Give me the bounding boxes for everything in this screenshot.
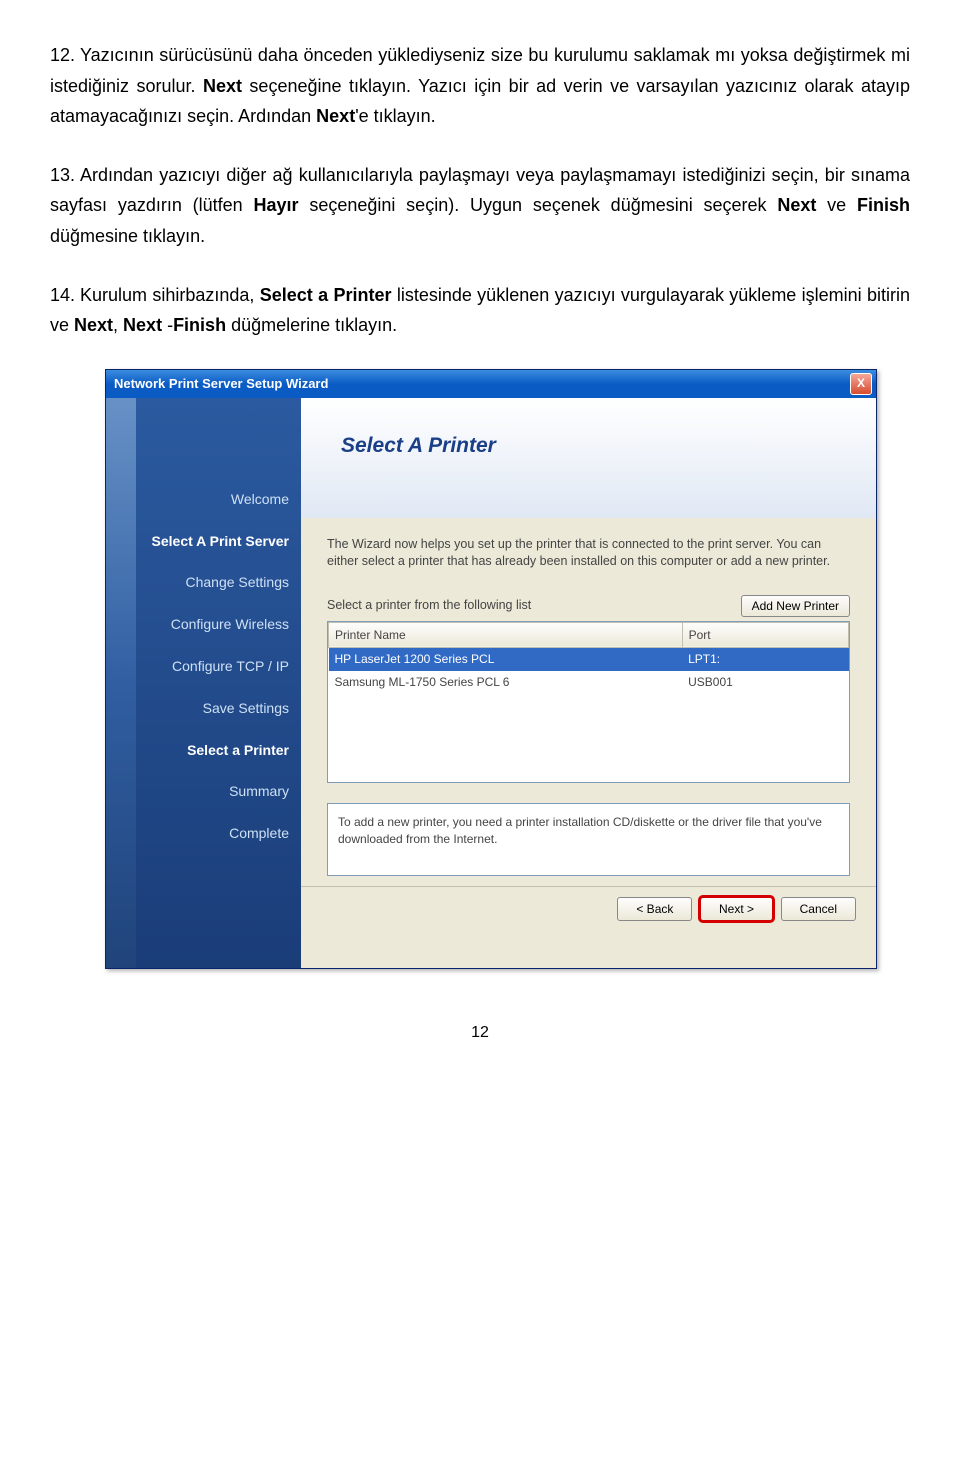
cell-printer-name: HP LaserJet 1200 Series PCL	[329, 648, 683, 671]
next-button[interactable]: Next >	[700, 897, 773, 921]
text: düğmelerine tıklayın.	[226, 315, 397, 335]
list-label: Select a printer from the following list	[327, 595, 531, 616]
bold-next: Next	[123, 315, 162, 335]
sidebar-item-complete[interactable]: Complete	[106, 822, 289, 846]
sidebar-item-select-a-printer[interactable]: Select a Printer	[106, 739, 289, 763]
column-port[interactable]: Port	[682, 622, 848, 647]
text: 'e tıklayın.	[355, 106, 435, 126]
bold-select-a-printer: Select a Printer	[260, 285, 392, 305]
paragraph-12: 12.Yazıcının sürücüsünü daha önceden yük…	[50, 40, 910, 132]
sidebar-item-configure-tcpip[interactable]: Configure TCP / IP	[106, 655, 289, 679]
close-icon: X	[857, 376, 865, 390]
bold-finish: Finish	[857, 195, 910, 215]
text: ,	[113, 315, 123, 335]
sidebar-item-summary[interactable]: Summary	[106, 780, 289, 804]
sidebar-item-save-settings[interactable]: Save Settings	[106, 697, 289, 721]
wizard-body: Welcome Select A Print Server Change Set…	[106, 398, 876, 968]
wizard-button-row: < Back Next > Cancel	[301, 886, 876, 931]
window-title: Network Print Server Setup Wizard	[114, 373, 328, 395]
table-row[interactable]: HP LaserJet 1200 Series PCL LPT1:	[329, 648, 849, 671]
bold-finish: Finish	[173, 315, 226, 335]
table-header-row: Printer Name Port	[329, 622, 849, 647]
text: Kurulum sihirbazında,	[80, 285, 260, 305]
wizard-main-header: Select A Printer	[301, 398, 876, 518]
text: ve	[816, 195, 857, 215]
titlebar[interactable]: Network Print Server Setup Wizard X	[106, 370, 876, 398]
sidebar-items: Welcome Select A Print Server Change Set…	[106, 398, 301, 846]
list-number: 12.	[50, 40, 80, 71]
sidebar-item-select-print-server[interactable]: Select A Print Server	[106, 530, 289, 554]
cell-printer-name: Samsung ML-1750 Series PCL 6	[329, 671, 683, 693]
wizard-window: Network Print Server Setup Wizard X Welc…	[105, 369, 877, 969]
printer-list[interactable]: Printer Name Port HP LaserJet 1200 Serie…	[327, 621, 850, 783]
paragraph-13: 13.Ardından yazıcıyı diğer ağ kullanıcıl…	[50, 160, 910, 252]
text: seçeneğini seçin). Uygun seçenek düğmesi…	[299, 195, 778, 215]
bold-next: Next	[777, 195, 816, 215]
back-button[interactable]: < Back	[617, 897, 692, 921]
text: düğmesine tıklayın.	[50, 226, 205, 246]
list-number: 13.	[50, 160, 80, 191]
note-box: To add a new printer, you need a printer…	[327, 803, 850, 877]
sidebar-item-change-settings[interactable]: Change Settings	[106, 571, 289, 595]
sidebar-item-welcome[interactable]: Welcome	[106, 488, 289, 512]
bold-next: Next	[203, 76, 242, 96]
sidebar-item-configure-wireless[interactable]: Configure Wireless	[106, 613, 289, 637]
column-printer-name[interactable]: Printer Name	[329, 622, 683, 647]
wizard-main: Select A Printer The Wizard now helps yo…	[301, 398, 876, 968]
cell-port: LPT1:	[682, 648, 848, 671]
cell-port: USB001	[682, 671, 848, 693]
bold-hayir: Hayır	[253, 195, 298, 215]
wizard-sidebar: Welcome Select A Print Server Change Set…	[106, 398, 301, 968]
close-button[interactable]: X	[850, 373, 872, 395]
text: -	[162, 315, 173, 335]
table-row[interactable]: Samsung ML-1750 Series PCL 6 USB001	[329, 671, 849, 693]
list-label-row: Select a printer from the following list…	[327, 595, 850, 617]
wizard-main-content: The Wizard now helps you set up the prin…	[301, 518, 876, 887]
bold-next: Next	[316, 106, 355, 126]
page-number: 12	[50, 1019, 910, 1046]
bold-next: Next	[74, 315, 113, 335]
description-text: The Wizard now helps you set up the prin…	[327, 536, 850, 571]
printer-table: Printer Name Port HP LaserJet 1200 Serie…	[328, 622, 849, 693]
add-new-printer-button[interactable]: Add New Printer	[741, 595, 850, 617]
paragraph-14: 14.Kurulum sihirbazında, Select a Printe…	[50, 280, 910, 341]
main-heading: Select A Printer	[341, 428, 876, 464]
list-number: 14.	[50, 280, 80, 311]
cancel-button[interactable]: Cancel	[781, 897, 856, 921]
